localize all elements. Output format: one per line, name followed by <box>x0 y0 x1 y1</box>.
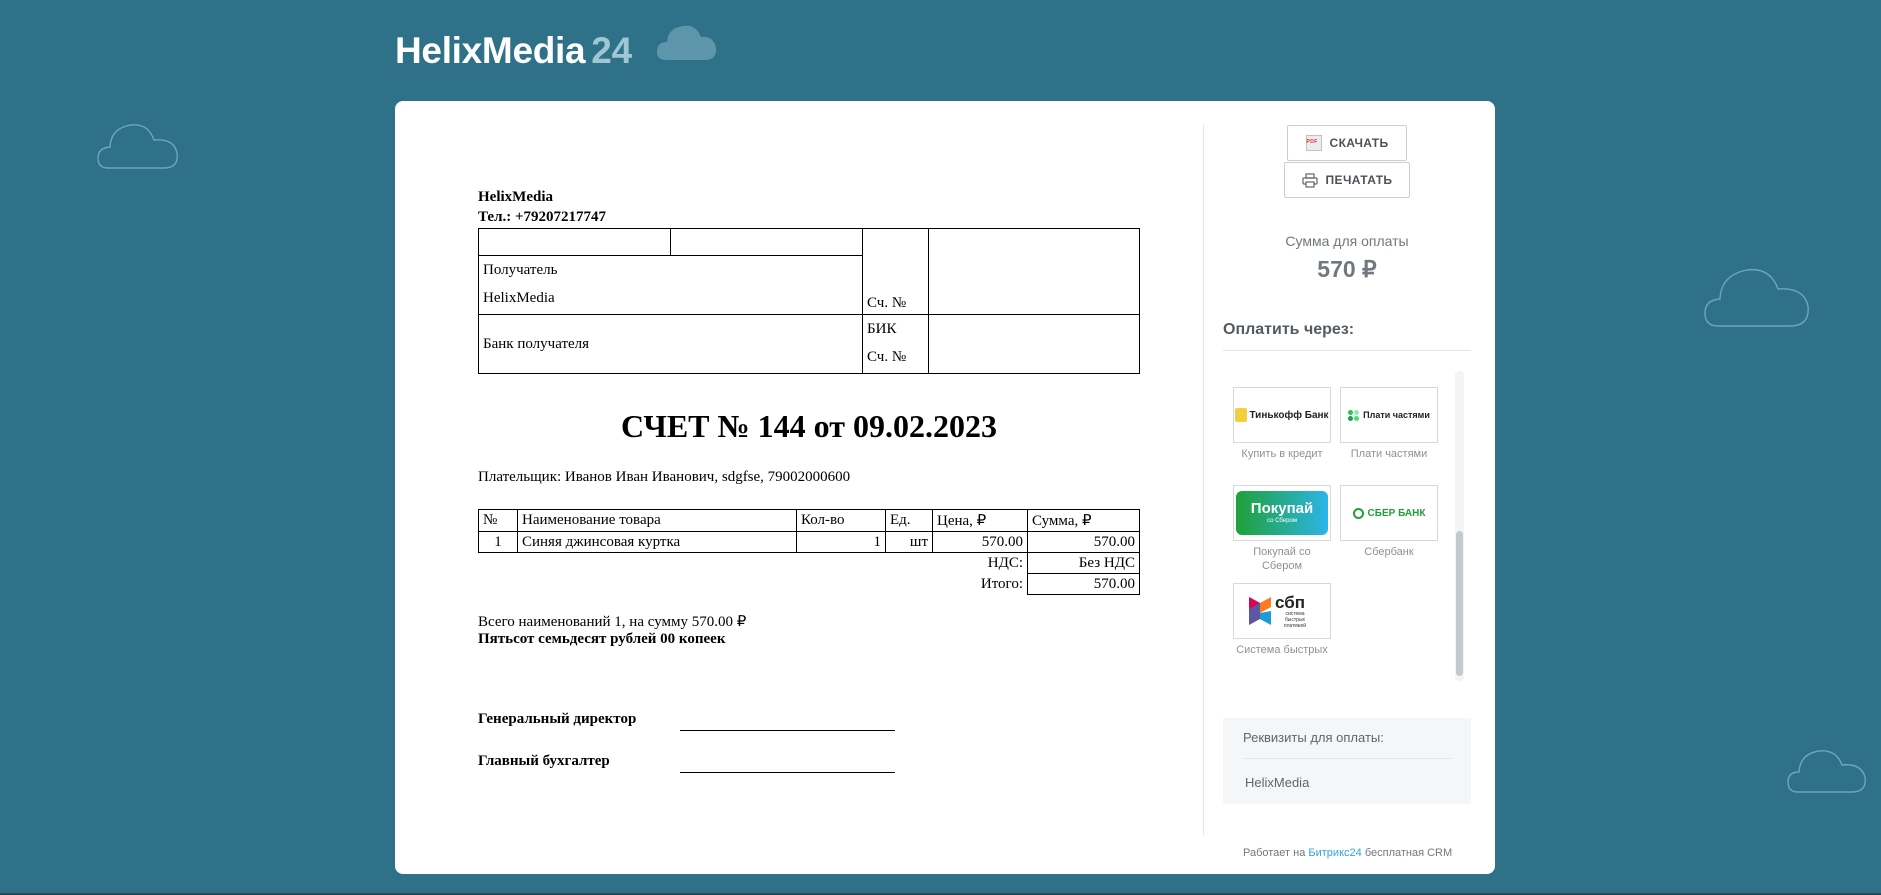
invoice-card: HelixMedia Тел.: +79207217747 Сч. № Полу… <box>395 101 1495 874</box>
download-label: СКАЧАТЬ <box>1329 136 1389 150</box>
method-label: Сбербанк <box>1364 546 1414 558</box>
method-label: Система быстрых <box>1236 644 1328 656</box>
row-qty: 1 <box>796 531 886 553</box>
cloud-icon <box>656 25 717 60</box>
vat-row: НДС: Без НДС <box>479 552 1140 574</box>
pokupay-logo: Покупай со Сбером <box>1233 485 1331 541</box>
method-label: Плати частями <box>1350 448 1428 460</box>
row-price: 570.00 <box>932 531 1028 553</box>
total-summary: Всего наименований 1, на сумму 570.00 ₽ <box>478 614 747 630</box>
footer: Работает на Битрикс24 бесплатная CRM <box>1243 847 1452 859</box>
requisites-title: Реквизиты для оплаты: <box>1243 730 1384 745</box>
invoice-title: СЧЕТ № 144 от 09.02.2023 <box>621 408 997 444</box>
pay-via-label: Оплатить через: <box>1223 321 1355 338</box>
col-header: № <box>478 509 518 532</box>
col-header: Кол-во <box>796 509 886 532</box>
method-sberbank[interactable]: СБЕР БАНК Сбербанк <box>1340 485 1438 559</box>
col-header: Цена, ₽ <box>932 509 1028 532</box>
scrollbar-thumb[interactable] <box>1456 531 1463 676</box>
method-tinkoff[interactable]: Тинькофф Банк Купить в кредит <box>1233 387 1331 461</box>
row-name: Синяя джинсовая куртка <box>517 531 797 553</box>
row-sum: 570.00 <box>1027 531 1140 553</box>
method-label: Купить в кредит <box>1241 448 1323 460</box>
footer-suffix: бесплатная CRM <box>1364 847 1453 859</box>
pdf-icon <box>1305 135 1322 151</box>
vertical-divider <box>1203 125 1204 835</box>
cloud-icon <box>1704 268 1809 327</box>
total-row: Итого: 570.00 <box>479 573 1140 595</box>
accountant-label: Главный бухгалтер <box>478 753 610 769</box>
vat-label: НДС: <box>987 554 1023 571</box>
sum-label: Сумма для оплаты <box>1285 233 1409 249</box>
director-label: Генеральный директор <box>478 711 637 727</box>
row-unit: шт <box>885 531 933 553</box>
col-header: Наименование товара <box>517 509 797 532</box>
total-label: Итого: <box>980 575 1023 592</box>
accountant-signature-line <box>680 772 895 773</box>
print-label: ПЕЧАТАТЬ <box>1325 173 1393 187</box>
footer-prefix: Работает на <box>1243 847 1306 859</box>
recipient-name: HelixMedia <box>483 290 555 306</box>
row-num: 1 <box>478 531 518 553</box>
vat-value: Без НДС <box>1027 552 1140 574</box>
print-button[interactable]: ПЕЧАТАТЬ <box>1284 162 1410 198</box>
seller-phone: Тел.: +79207217747 <box>478 209 607 225</box>
payment-methods-list: Тинькофф Банк Купить в кредит Плати част… <box>1223 371 1471 681</box>
bitrix24-link[interactable]: Битрикс24 <box>1308 847 1361 859</box>
printer-icon <box>1301 172 1318 188</box>
items-header-row: № Наименование товара Кол-во Ед. Цена, ₽… <box>478 509 1140 532</box>
seller-block: HelixMedia Тел.: +79207217747 <box>478 187 606 227</box>
director-signature-line <box>680 730 895 731</box>
bank-details-table: Сч. № Получатель HelixMedia Банк получат… <box>478 228 1140 374</box>
brand-name: HelixMedia <box>395 30 586 71</box>
seller-name: HelixMedia <box>478 189 553 205</box>
sum-value: 570 ₽ <box>1317 256 1377 282</box>
plati-chastyami-logo: Плати частями <box>1340 387 1438 443</box>
account-label: Сч. № <box>867 295 907 311</box>
account-label-2: Сч. № <box>867 349 907 365</box>
recipient-bank-label: Банк получателя <box>483 335 590 352</box>
requisites-name: HelixMedia <box>1245 775 1310 790</box>
method-label: Покупай со Сбером <box>1253 546 1311 572</box>
payer-line: Плательщик: Иванов Иван Иванович, sdgfse… <box>478 469 851 485</box>
recipient-label: Получатель <box>483 262 558 278</box>
col-header: Сумма, ₽ <box>1027 509 1140 532</box>
brand-logo: HelixMedia 24 <box>395 30 632 72</box>
requisites-divider <box>1243 758 1451 759</box>
table-row: 1 Синяя джинсовая куртка 1 шт 570.00 570… <box>478 531 1140 553</box>
bik-label: БИК <box>867 321 897 337</box>
pay-via-divider <box>1223 350 1471 351</box>
method-sbp[interactable]: сбп система быстрых платежей Система быс… <box>1233 583 1331 657</box>
tinkoff-logo: Тинькофф Банк <box>1233 387 1331 443</box>
items-table: № Наименование товара Кол-во Ед. Цена, ₽… <box>478 509 1140 595</box>
brand-number: 24 <box>591 30 632 71</box>
total-in-words: Пятьсот семьдесят рублей 00 копеек <box>478 631 726 647</box>
total-value: 570.00 <box>1027 573 1140 595</box>
col-header: Ед. <box>885 509 933 532</box>
method-pokupay[interactable]: Покупай со Сбером Покупай со Сбером <box>1233 485 1331 573</box>
cloud-icon <box>97 124 178 169</box>
cloud-icon <box>1787 750 1866 793</box>
requisites-panel: Реквизиты для оплаты: HelixMedia <box>1223 718 1471 804</box>
sbp-logo: сбп система быстрых платежей <box>1233 583 1331 639</box>
method-plati-chastyami[interactable]: Плати частями Плати частями <box>1340 387 1438 461</box>
download-button[interactable]: СКАЧАТЬ <box>1287 125 1407 161</box>
methods-scrollbar[interactable] <box>1455 371 1464 681</box>
sberbank-logo: СБЕР БАНК <box>1340 485 1438 541</box>
